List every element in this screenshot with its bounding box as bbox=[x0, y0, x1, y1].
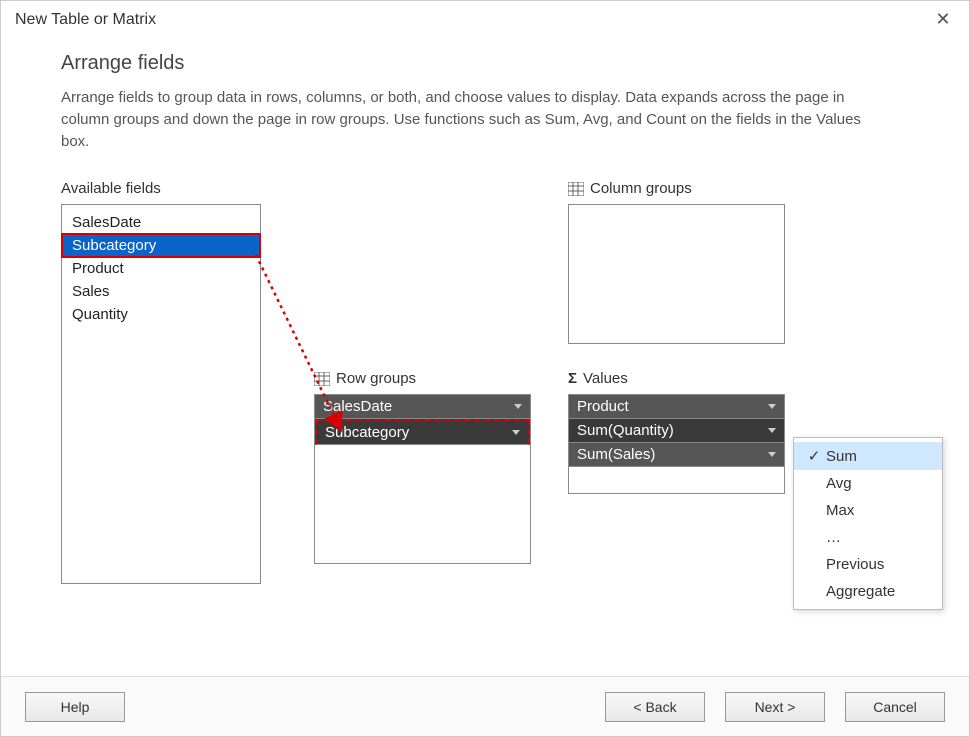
row-group-item-label: Subcategory bbox=[325, 424, 409, 441]
next-button[interactable]: Next > bbox=[725, 692, 825, 722]
chevron-down-icon[interactable] bbox=[512, 430, 520, 435]
page-heading: Arrange fields bbox=[61, 52, 909, 75]
aggregate-menu-item[interactable]: Previous bbox=[794, 551, 942, 578]
row-group-item[interactable]: Subcategory bbox=[315, 419, 530, 445]
aggregate-menu[interactable]: ✓ Sum Avg Max … Previous Aggregate bbox=[793, 437, 943, 610]
cancel-button[interactable]: Cancel bbox=[845, 692, 945, 722]
available-fields-label: Available fields bbox=[61, 180, 161, 197]
aggregate-menu-item-label: … bbox=[826, 529, 841, 546]
titlebar: New Table or Matrix ✕ bbox=[1, 1, 969, 34]
page-description: Arrange fields to group data in rows, co… bbox=[61, 87, 881, 152]
table-icon bbox=[314, 372, 330, 386]
list-item[interactable]: Subcategory bbox=[62, 234, 260, 257]
row-groups-label-text: Row groups bbox=[336, 370, 416, 387]
chevron-down-icon[interactable] bbox=[514, 404, 522, 409]
chevron-down-icon[interactable] bbox=[768, 428, 776, 433]
aggregate-menu-item-label: Aggregate bbox=[826, 583, 895, 600]
sigma-icon: Σ bbox=[568, 370, 577, 387]
values-item[interactable]: Sum(Sales) bbox=[569, 443, 784, 467]
values-label-text: Values bbox=[583, 370, 628, 387]
table-icon bbox=[568, 182, 584, 196]
values-label: Σ Values bbox=[568, 370, 628, 387]
list-item[interactable]: Product bbox=[62, 257, 260, 280]
list-item[interactable]: Quantity bbox=[62, 303, 260, 326]
row-group-item[interactable]: SalesDate bbox=[315, 395, 530, 419]
window-title: New Table or Matrix bbox=[15, 11, 156, 29]
row-group-item-label: SalesDate bbox=[323, 398, 392, 415]
values-list[interactable]: Product Sum(Quantity) Sum(Sales) bbox=[568, 394, 785, 494]
aggregate-menu-item[interactable]: ✓ Sum bbox=[794, 442, 942, 470]
column-groups-label-text: Column groups bbox=[590, 180, 692, 197]
check-icon: ✓ bbox=[802, 447, 826, 465]
close-icon[interactable]: ✕ bbox=[931, 9, 955, 30]
values-item-label: Sum(Quantity) bbox=[577, 422, 674, 439]
row-groups-list[interactable]: SalesDate Subcategory bbox=[314, 394, 531, 564]
column-groups-label: Column groups bbox=[568, 180, 692, 197]
aggregate-menu-item-label: Max bbox=[826, 502, 854, 519]
back-button[interactable]: < Back bbox=[605, 692, 705, 722]
help-button[interactable]: Help bbox=[25, 692, 125, 722]
list-item[interactable]: Sales bbox=[62, 280, 260, 303]
field-panels: Available fields SalesDate Subcategory P… bbox=[61, 180, 909, 610]
aggregate-menu-item[interactable]: Avg bbox=[794, 470, 942, 497]
dialog-content: Arrange fields Arrange fields to group d… bbox=[1, 34, 969, 610]
aggregate-menu-item[interactable]: Max bbox=[794, 497, 942, 524]
dialog-window: New Table or Matrix ✕ Arrange fields Arr… bbox=[0, 0, 970, 737]
aggregate-menu-item[interactable]: Aggregate bbox=[794, 578, 942, 605]
aggregate-menu-item-label: Avg bbox=[826, 475, 852, 492]
available-fields-list[interactable]: SalesDate Subcategory Product Sales Quan… bbox=[61, 204, 261, 584]
aggregate-menu-item-label: Sum bbox=[826, 448, 857, 465]
values-item-label: Sum(Sales) bbox=[577, 446, 655, 463]
button-bar: Help < Back Next > Cancel bbox=[1, 676, 969, 736]
column-groups-list[interactable] bbox=[568, 204, 785, 344]
values-item-label: Product bbox=[577, 398, 629, 415]
values-item[interactable]: Sum(Quantity) bbox=[569, 419, 784, 443]
chevron-down-icon[interactable] bbox=[768, 452, 776, 457]
chevron-down-icon[interactable] bbox=[768, 404, 776, 409]
values-item[interactable]: Product bbox=[569, 395, 784, 419]
list-item[interactable]: SalesDate bbox=[62, 211, 260, 234]
aggregate-menu-item-label: Previous bbox=[826, 556, 884, 573]
aggregate-menu-item[interactable]: … bbox=[794, 524, 942, 551]
row-groups-label: Row groups bbox=[314, 370, 416, 387]
